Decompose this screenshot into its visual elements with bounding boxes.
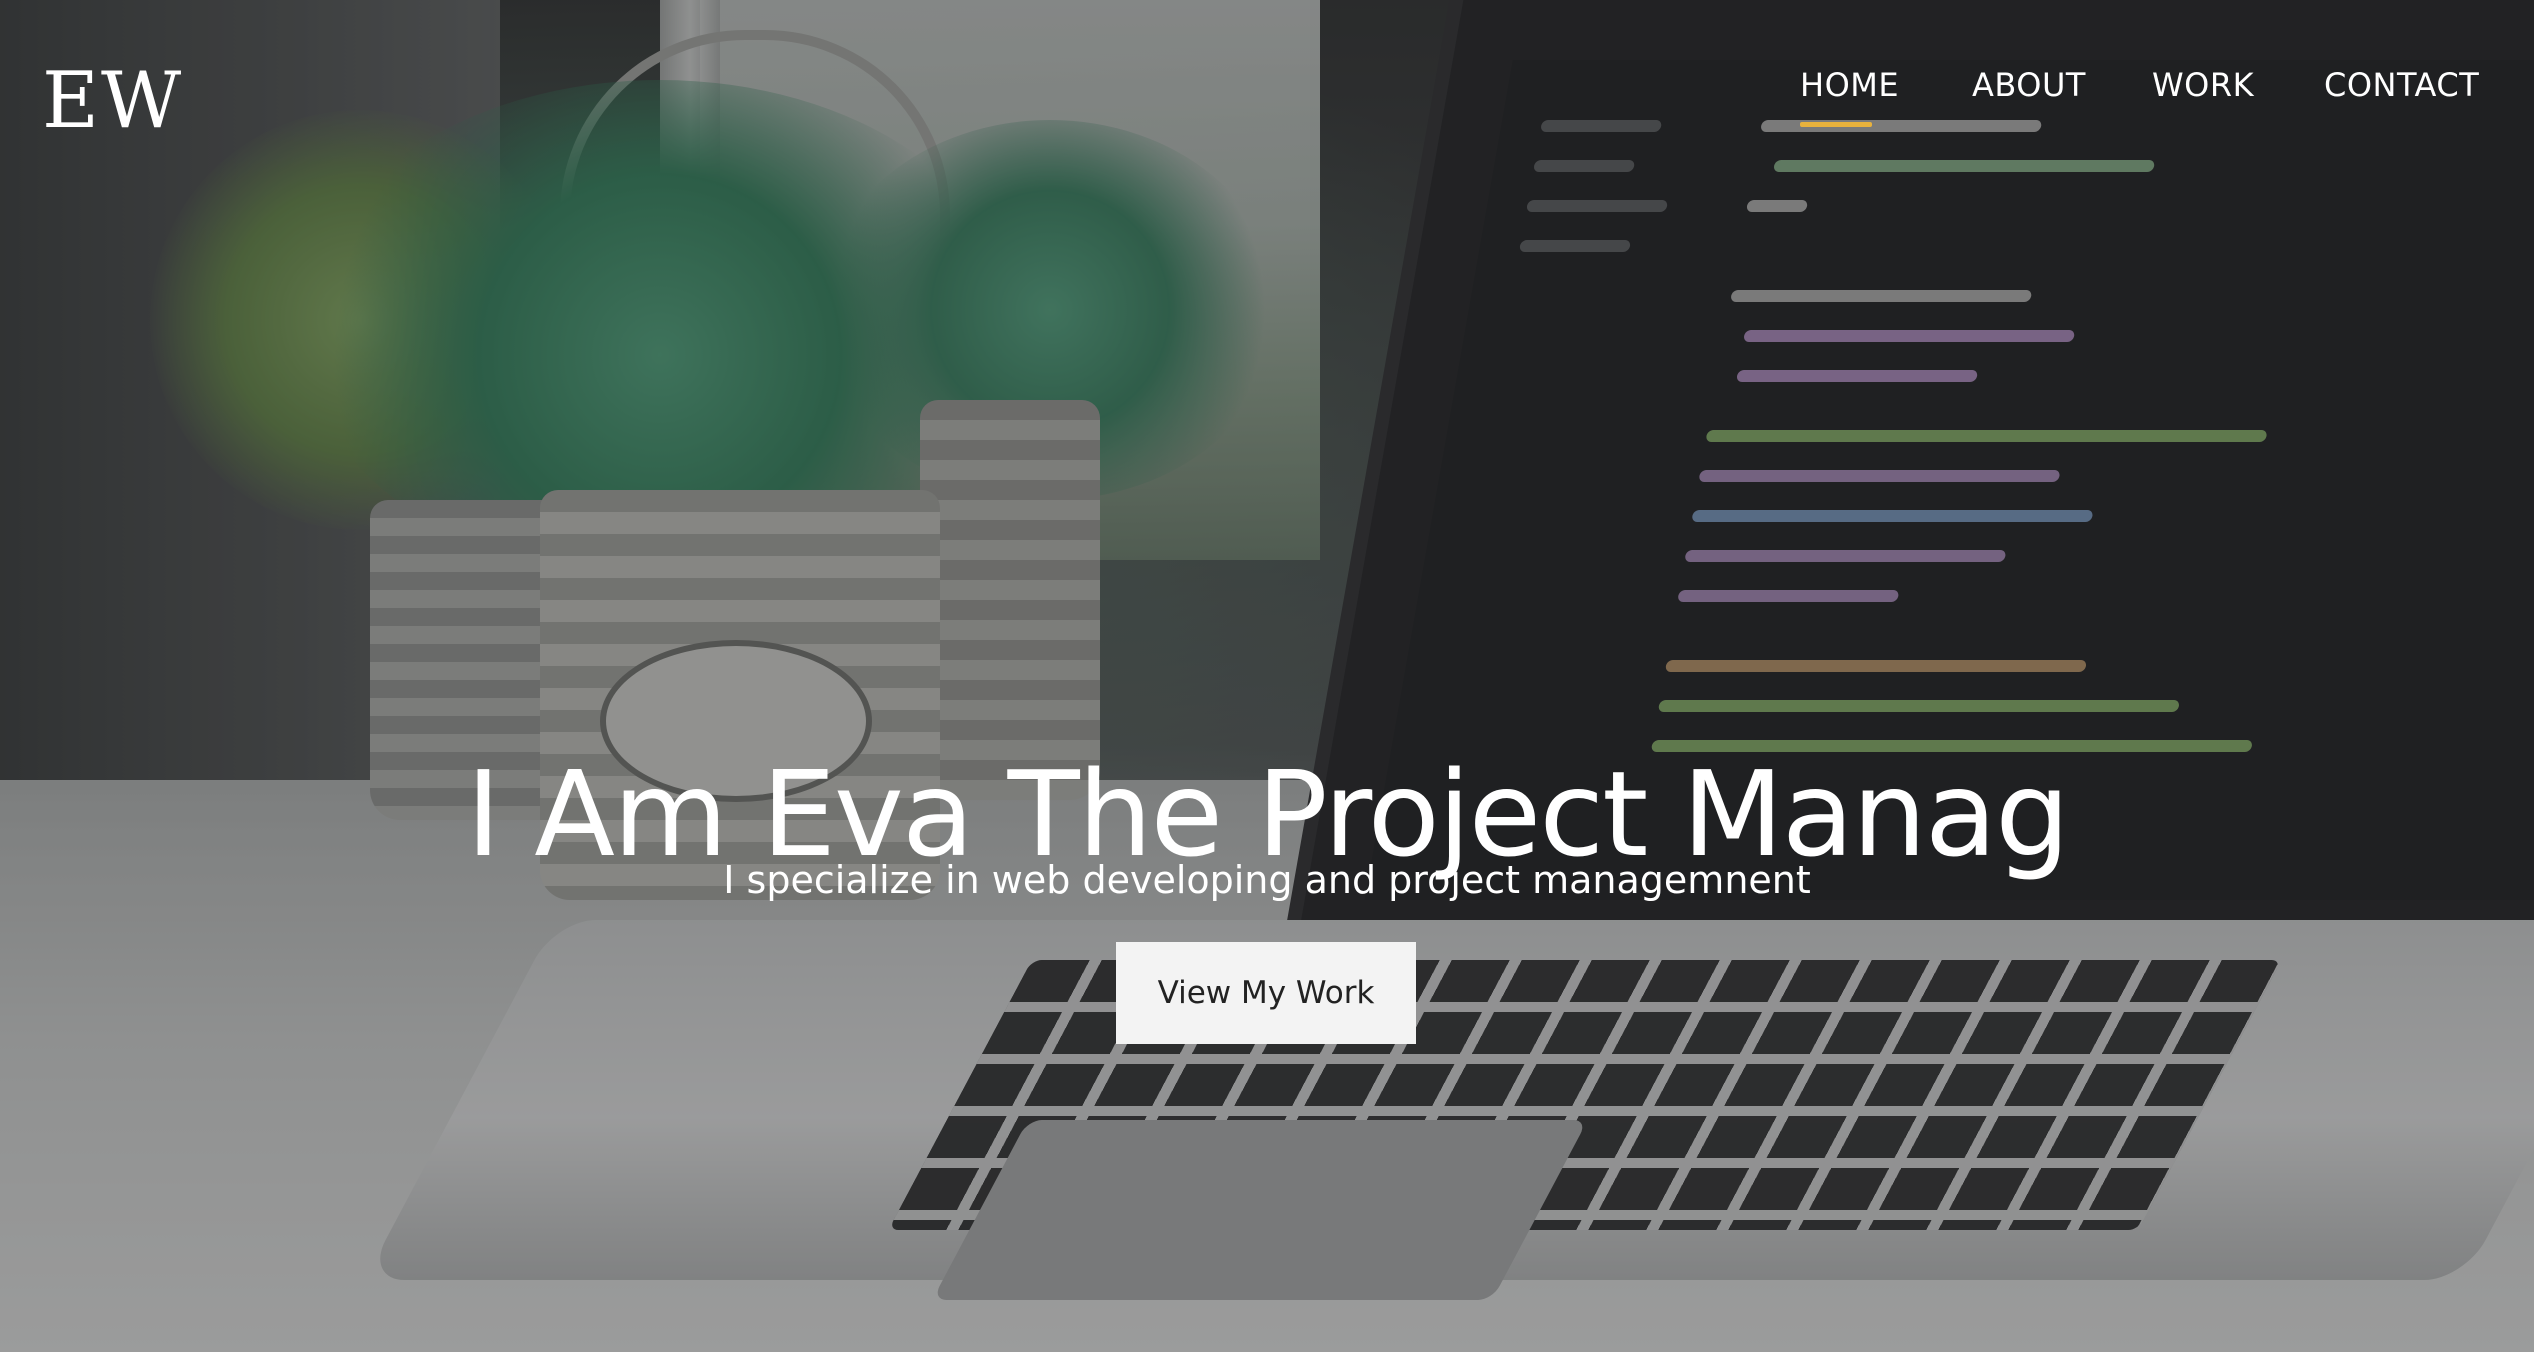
hero-section: EW HOME ABOUT WORK CONTACT I Am Eva The … [0,0,2534,1352]
nav-item-contact[interactable]: CONTACT [2324,66,2479,104]
hero-subheadline: I specialize in web developing and proje… [723,858,1811,902]
main-nav: HOME ABOUT WORK CONTACT [1780,66,2480,127]
hero-dim-overlay [0,0,2534,1352]
nav-item-work[interactable]: WORK [2152,66,2254,104]
nav-active-underline [1800,122,1872,127]
site-logo[interactable]: EW [42,56,183,146]
nav-item-home[interactable]: HOME [1800,66,1899,104]
nav-item-about[interactable]: ABOUT [1972,66,2086,104]
view-my-work-button[interactable]: View My Work [1116,942,1416,1044]
